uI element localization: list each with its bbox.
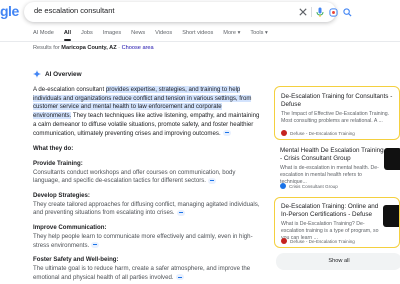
tab-more[interactable]: More ▾ [223,27,240,39]
section-text: The ultimate goal is to reduce harm, cre… [33,264,251,281]
source-attribution: Defuse - De-Escalation Training [281,130,355,136]
choose-area-link[interactable]: Choose area [122,45,154,51]
tab-news[interactable]: News [131,27,145,39]
source-title[interactable]: De-Escalation Training: Online and In-Pe… [281,203,387,219]
source-card[interactable]: De-Escalation Training: Online and In-Pe… [274,197,400,248]
section-heading: Develop Strategies: [33,192,90,200]
results-prefix: Results for [33,45,60,51]
section-text: They help people learn to communicate mo… [33,232,253,249]
section-text: They create tailored approaches for diff… [33,200,260,217]
section-heading: Improve Communication: [33,224,107,232]
source-title[interactable]: De-Escalation Training for Consultants -… [281,93,393,109]
source-name: Crisis Consultant Group [289,183,338,189]
source-attribution: Crisis Consultant Group [280,183,338,189]
source-snippet: The Impact of Effective De-Escalation Tr… [281,111,390,124]
link-icon[interactable] [175,274,184,281]
show-all-button[interactable]: Show all [276,253,400,270]
thumbnail-image [384,148,400,170]
tab-ai-mode[interactable]: AI Mode [33,27,54,39]
results-location: Results for Maricopa County, AZ · Choose… [33,45,154,51]
link-icon[interactable] [176,209,185,216]
header: gle de escalation consultant AI Mode All… [0,0,400,44]
intro-text: A de-escalation consultant [33,86,106,93]
ai-overview-title: AI Overview [45,70,82,78]
source-title[interactable]: Mental Health De Escalation Training - C… [280,147,386,163]
lens-icon[interactable] [328,6,338,18]
clear-icon[interactable] [298,6,308,18]
section-text: Consultants conduct workshops and offer … [33,168,236,185]
favicon-icon [281,238,287,244]
link-icon[interactable] [207,177,216,184]
source-card[interactable]: De-Escalation Training for Consultants -… [274,86,400,140]
tab-short-videos[interactable]: Short videos [182,27,213,39]
favicon-icon [281,130,287,136]
section-heading: Provide Training: [33,159,83,167]
link-icon[interactable] [222,129,231,136]
ai-overview-body: A de-escalation consultant provides expe… [33,86,261,282]
search-tabs: AI Mode All Jobs Images News Videos Shor… [33,27,278,41]
what-they-do-heading: What they do: [33,145,74,153]
tab-tools[interactable]: Tools ▾ [250,27,267,39]
source-attribution: Defuse - De-Escalation Training [281,238,355,244]
ai-overview-header: AI Overview [33,70,82,78]
tab-videos[interactable]: Videos [155,27,172,39]
microphone-icon[interactable] [315,6,325,18]
location-name: Maricopa County, AZ [61,45,117,51]
overview-intro: A de-escalation consultant provides expe… [33,86,261,138]
search-box[interactable]: de escalation consultant [24,2,352,22]
favicon-icon [280,183,286,189]
link-icon[interactable] [91,241,100,248]
sparkle-icon [33,70,41,78]
tab-images[interactable]: Images [103,27,121,39]
thumbnail-image [383,205,399,227]
source-card[interactable]: Mental Health De Escalation Training - C… [274,144,400,194]
search-input[interactable]: de escalation consultant [34,6,114,15]
tab-all[interactable]: All [63,27,72,41]
source-name: Defuse - De-Escalation Training [290,238,355,244]
search-icon[interactable] [342,6,352,18]
section-heading: Foster Safety and Well-being: [33,256,119,264]
header-divider [0,41,400,42]
source-name: Defuse - De-Escalation Training [290,130,355,136]
google-logo[interactable]: gle [0,3,19,19]
tab-jobs[interactable]: Jobs [81,27,93,39]
divider [311,7,312,17]
